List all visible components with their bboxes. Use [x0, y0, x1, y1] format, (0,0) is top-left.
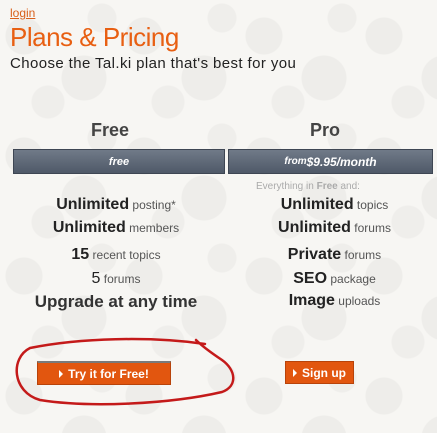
arrow-right-icon — [293, 368, 297, 377]
free-feature-recent-topics: 15 recent topics — [71, 246, 161, 263]
free-plan-bar: free — [13, 149, 225, 174]
page-title: Plans & Pricing — [10, 22, 179, 52]
pro-plan-price: $9.95/month — [306, 154, 377, 169]
free-feature-members: Unlimited members — [52, 219, 180, 236]
pro-feature-topics: Unlimited topics — [280, 196, 389, 213]
pro-feature-image-uploads: Image uploads — [288, 292, 381, 309]
pro-feature-forums: Unlimited forums — [278, 219, 391, 236]
free-feature-posting: Unlimited posting* — [56, 196, 176, 213]
pro-plan-note: Everything in Free and: — [256, 181, 360, 192]
free-feature-upgrade: Upgrade at any time — [34, 292, 198, 311]
sign-up-button[interactable]: Sign up — [285, 361, 354, 384]
arrow-right-icon — [59, 369, 64, 378]
free-plan-heading: Free — [91, 120, 130, 140]
page-subtitle: Choose the Tal.ki plan that's best for y… — [10, 55, 297, 72]
free-plan-bar-label: free — [108, 155, 130, 168]
pro-plan-heading: Pro — [310, 120, 341, 140]
try-free-button[interactable]: Try it for Free! — [37, 361, 171, 385]
pro-feature-private-forums: Private forums — [287, 246, 382, 263]
login-link[interactable]: login — [10, 6, 35, 20]
pro-plan-bar: from $9.95/month — [228, 149, 433, 174]
pro-feature-seo: SEO package — [293, 270, 376, 287]
free-feature-forums: 5 forums — [91, 270, 141, 287]
pro-plan-bar-prefix: from — [284, 156, 307, 167]
